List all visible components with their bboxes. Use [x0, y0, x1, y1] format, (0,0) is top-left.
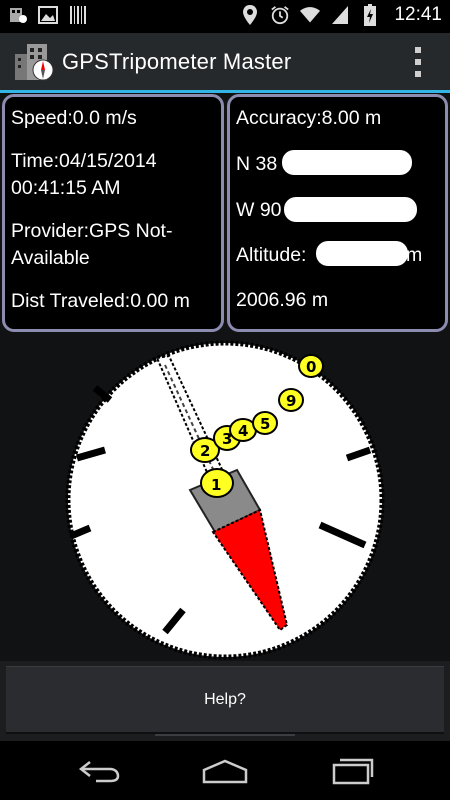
altitude-unit: m [406, 244, 423, 266]
odometer-digit-3: 3 [222, 430, 232, 448]
location-icon [240, 4, 260, 26]
barcode-icon [68, 5, 88, 25]
elevation-value: 2006.96 m [236, 289, 329, 311]
location-info-panel: Accuracy:8.00 m N 38 W 90 Altitude: m 20… [227, 94, 448, 332]
odometer-digit-9: 9 [286, 392, 296, 410]
longitude-redaction [284, 197, 417, 222]
alarm-icon [270, 4, 290, 26]
odometer-digit-1: 1 [211, 476, 221, 494]
app-logo-icon [13, 42, 55, 82]
help-divider [155, 734, 295, 736]
trip-info-panel: Speed:0.0 m/s Time:04/15/2014 00:41:15 A… [2, 94, 224, 332]
image-icon [38, 5, 58, 25]
home-icon[interactable] [195, 753, 255, 789]
time-value-clock: 00:41:15 AM [11, 177, 121, 199]
status-clock: 12:41 [394, 4, 442, 25]
latitude-redaction [282, 150, 412, 175]
app-title: GPSTripometer Master [62, 49, 292, 74]
navigation-bar [0, 741, 450, 800]
back-icon[interactable] [70, 753, 130, 789]
altitude-redaction [316, 241, 408, 266]
status-notifications [8, 5, 88, 25]
provider-value: Provider:GPS Not- [11, 220, 173, 242]
provider-value-cont: Available [11, 247, 90, 269]
time-value-date: Time:04/15/2014 [11, 150, 157, 172]
status-system: 12:41 [240, 4, 442, 26]
recents-icon[interactable] [322, 753, 382, 789]
battery-icon [360, 4, 380, 26]
compass-dial: 1 2 3 4 5 9 0 [65, 340, 385, 660]
odometer-digit-4: 4 [238, 422, 248, 440]
speed-value: Speed:0.0 m/s [11, 107, 137, 129]
signal-icon [330, 4, 350, 26]
help-button[interactable]: Help? [6, 666, 444, 734]
help-button-label: Help? [204, 691, 246, 708]
action-bar: GPSTripometer Master [0, 33, 450, 93]
accuracy-value: Accuracy:8.00 m [236, 107, 382, 129]
wifi-icon [300, 4, 321, 26]
notification-app-icon [8, 5, 28, 25]
status-bar: 12:41 [0, 0, 450, 33]
odometer-digit-0: 0 [306, 358, 316, 376]
overflow-menu-icon[interactable] [414, 47, 422, 77]
odometer-digit-5: 5 [260, 415, 270, 433]
distance-value: Dist Traveled:0.00 m [11, 290, 190, 312]
odometer-digit-2: 2 [200, 442, 210, 460]
help-bar: Help? [0, 661, 450, 741]
